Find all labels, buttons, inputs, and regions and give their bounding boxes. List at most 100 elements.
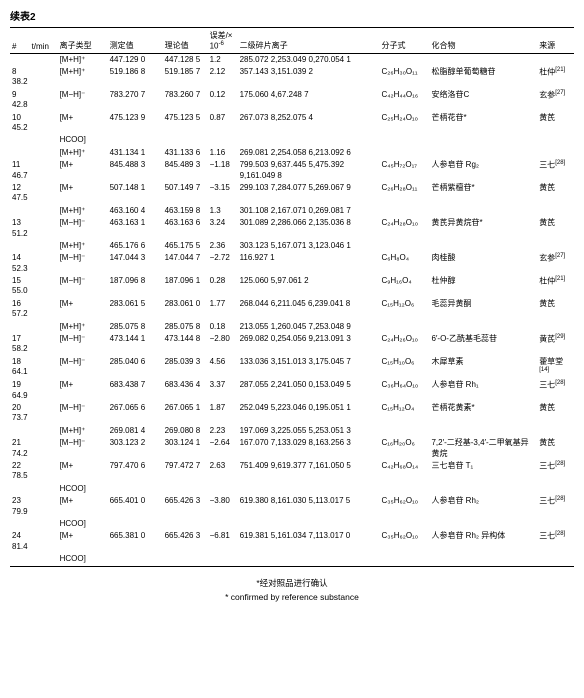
cell-num xyxy=(10,518,30,530)
cell-ion: [M+ xyxy=(58,159,108,182)
cell-ion: [M+ xyxy=(58,379,108,402)
cell-mol xyxy=(379,553,429,566)
table-row: [M+H]⁺463.160 4463.159 81.3301.108 2,167… xyxy=(10,205,574,217)
cell-meas xyxy=(108,134,163,146)
cell-num xyxy=(10,483,30,495)
cell-frag: 299.103 7,284.077 5,269.067 9 xyxy=(238,182,380,205)
cell-rt xyxy=(30,495,58,518)
cell-ppm: 3.37 xyxy=(208,379,238,402)
table-row: 8 38.2[M+H]⁺519.186 8519.185 72.12357.14… xyxy=(10,66,574,89)
cell-cmpd: 人参皂苷 Rh₂ 异构体 xyxy=(429,530,537,553)
cell-theo: 285.075 8 xyxy=(163,321,208,333)
cell-mol xyxy=(379,240,429,252)
table-row: HCOO] xyxy=(10,518,574,530)
cell-meas: 473.144 1 xyxy=(108,333,163,356)
col-header-num: # xyxy=(10,28,30,54)
cell-cmpd xyxy=(429,483,537,495)
cell-ion: [M−H]⁻ xyxy=(58,275,108,298)
cell-src: 三七[28] xyxy=(537,379,574,402)
cell-frag: 357.143 3,151.039 2 xyxy=(238,66,380,89)
table-row: [M+H]⁺447.129 0447.128 51.2285.072 2,253… xyxy=(10,53,574,66)
cell-meas: 447.129 0 xyxy=(108,53,163,66)
cell-src: 黄芪 xyxy=(537,112,574,135)
cell-src: 玄参[27] xyxy=(537,89,574,112)
cell-meas: 465.176 6 xyxy=(108,240,163,252)
cell-cmpd: 芒柄花黄素* xyxy=(429,402,537,425)
cell-mol xyxy=(379,53,429,66)
cell-src: 玄参[27] xyxy=(537,252,574,275)
cell-ion: HCOO] xyxy=(58,483,108,495)
cell-ppm: −2.72 xyxy=(208,252,238,275)
cell-ppm: 4.56 xyxy=(208,356,238,379)
cell-ppm xyxy=(208,134,238,146)
cell-rt xyxy=(30,321,58,333)
cell-ion: [M+H]⁺ xyxy=(58,205,108,217)
cell-rt xyxy=(30,205,58,217)
cell-meas: 665.401 0 xyxy=(108,495,163,518)
cell-cmpd: 6′-O-乙酰基毛蕊苷 xyxy=(429,333,537,356)
cell-theo: 783.260 7 xyxy=(163,89,208,112)
cell-ppm: 3.24 xyxy=(208,217,238,240)
cell-src: 三七[28] xyxy=(537,460,574,483)
cell-cmpd xyxy=(429,425,537,437)
cell-meas: 463.163 1 xyxy=(108,217,163,240)
cell-theo: 473.144 8 xyxy=(163,333,208,356)
cell-ppm: 1.16 xyxy=(208,147,238,159)
cell-cmpd: 黄芪异黄烷苷* xyxy=(429,217,537,240)
cell-ion: [M+ xyxy=(58,460,108,483)
cell-theo: 665.426 3 xyxy=(163,530,208,553)
cell-cmpd xyxy=(429,205,537,217)
cell-num: 11 46.7 xyxy=(10,159,30,182)
col-header-frag: 二级碎片离子 xyxy=(238,28,380,54)
cell-cmpd: 人参皂苷 Rh₁ xyxy=(429,379,537,402)
table-row: HCOO] xyxy=(10,483,574,495)
cell-theo: 519.185 7 xyxy=(163,66,208,89)
table-row: 17 58.2[M−H]⁻473.144 1473.144 8−2.80269.… xyxy=(10,333,574,356)
cell-frag xyxy=(238,134,380,146)
cell-rt xyxy=(30,217,58,240)
cell-theo xyxy=(163,553,208,566)
cell-num xyxy=(10,53,30,66)
cell-theo: 665.426 3 xyxy=(163,495,208,518)
cell-ion: [M−H]⁻ xyxy=(58,402,108,425)
cell-ion: HCOO] xyxy=(58,518,108,530)
cell-src xyxy=(537,483,574,495)
cell-frag: 301.108 2,167.071 0,269.081 7 xyxy=(238,205,380,217)
cell-num xyxy=(10,134,30,146)
cell-src: 杜仲[21] xyxy=(537,66,574,89)
cell-frag: 285.072 2,253.049 0,270.054 1 xyxy=(238,53,380,66)
cell-src: 藿草堂[14] xyxy=(537,356,574,379)
cell-cmpd: 芒柄紫檀苷* xyxy=(429,182,537,205)
col-header-cmpd: 化合物 xyxy=(429,28,537,54)
cell-num: 15 55.0 xyxy=(10,275,30,298)
cell-cmpd: 肉桂酸 xyxy=(429,252,537,275)
cell-mol: C₂₅H₂₄O₁₀ xyxy=(379,112,429,135)
cell-meas: 507.148 1 xyxy=(108,182,163,205)
cell-meas: 783.270 7 xyxy=(108,89,163,112)
table-row: 14 52.3[M−H]⁻147.044 3147.044 7−2.72116.… xyxy=(10,252,574,275)
cell-rt xyxy=(30,425,58,437)
footnote1: *经对照品进行确认 xyxy=(10,577,574,589)
cell-rt xyxy=(30,240,58,252)
cell-num: 24 81.4 xyxy=(10,530,30,553)
table-row: 24 81.4[M+665.381 0665.426 3−6.81619.381… xyxy=(10,530,574,553)
cell-ppm: 1.77 xyxy=(208,298,238,321)
cell-num: 16 57.2 xyxy=(10,298,30,321)
cell-frag: 175.060 4,67.248 7 xyxy=(238,89,380,112)
cell-rt xyxy=(30,147,58,159)
cell-ion: [M+H]⁺ xyxy=(58,53,108,66)
cell-rt xyxy=(30,134,58,146)
cell-ppm: 1.3 xyxy=(208,205,238,217)
cell-rt xyxy=(30,89,58,112)
cell-ppm: 0.87 xyxy=(208,112,238,135)
cell-rt xyxy=(30,530,58,553)
cell-num: 22 78.5 xyxy=(10,460,30,483)
cell-frag: 268.044 6,211.045 6,239.041 8 xyxy=(238,298,380,321)
cell-theo xyxy=(163,518,208,530)
cell-frag xyxy=(238,483,380,495)
cell-meas: 463.160 4 xyxy=(108,205,163,217)
cell-frag: 167.070 7,133.029 8,163.256 3 xyxy=(238,437,380,460)
cell-meas: 285.040 6 xyxy=(108,356,163,379)
cell-frag: 116.927 1 xyxy=(238,252,380,275)
cell-mol: C₉H₁₆O₄ xyxy=(379,275,429,298)
